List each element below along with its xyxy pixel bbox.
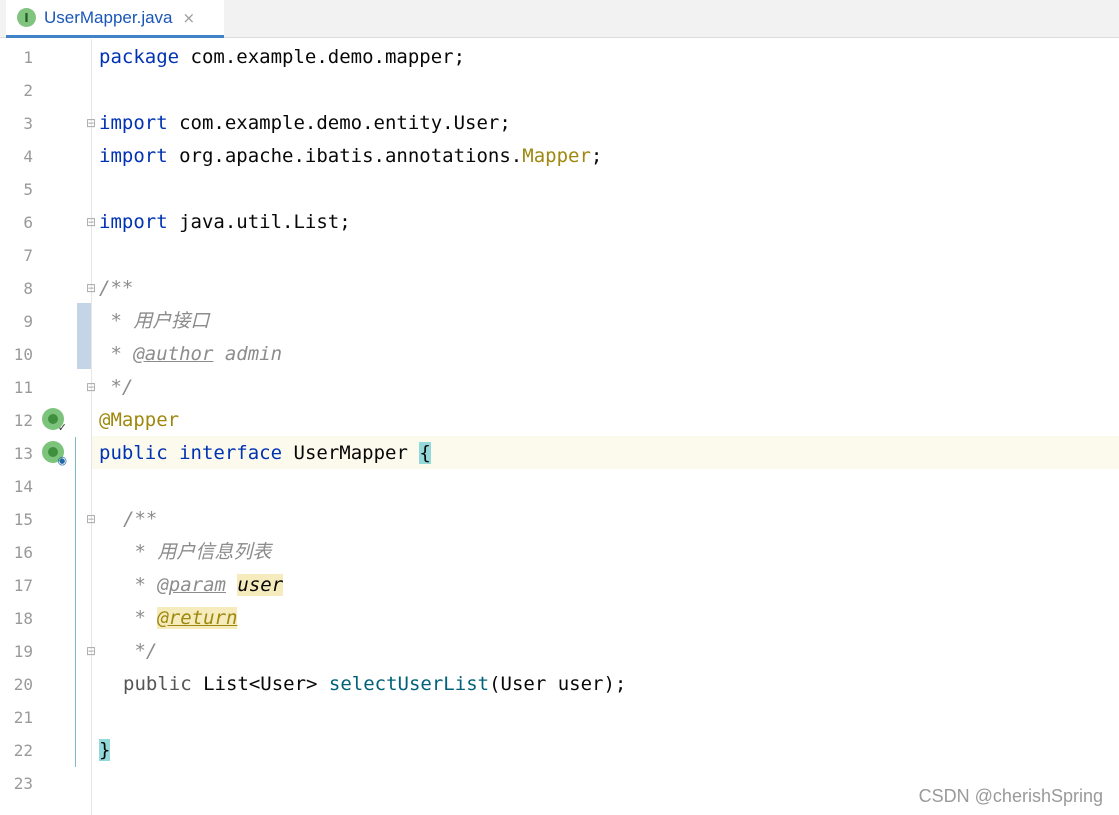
mapper-bean-icon[interactable]: ✓ [42,408,67,433]
fold-open-icon[interactable]: ⊟ [85,117,97,130]
interface-icon: I [17,8,36,27]
line-number: 15 [13,510,33,529]
line-number: 5 [23,180,33,199]
code-line-9: * 用户接口 [99,310,210,332]
tab-label: UserMapper.java [44,7,173,27]
code-line-15: /** [123,508,158,530]
fold-end-icon[interactable]: ⊟ [85,645,97,658]
line-number: 9 [23,312,33,331]
line-number: 14 [13,477,33,496]
implementation-gutter-icon[interactable]: ◉ [42,441,67,466]
line-number: 16 [13,543,33,562]
code-line-6: import java.util.List; [99,211,351,233]
line-number: 13 [13,444,33,463]
code-line-13: public interface UserMapper { [99,442,431,464]
line-number: 20 [13,675,33,694]
code-line-12: @Mapper [99,409,180,431]
line-number: 7 [23,246,33,265]
editor-gutter[interactable]: 1 2 3 4 5 6 7 8 9 10 11 12 13 14 15 16 1… [0,39,96,815]
line-number: 6 [23,213,33,232]
code-line-19: */ [123,640,158,662]
line-number: 12 [13,411,33,430]
matched-brace: } [99,739,111,761]
code-line-8: /** [99,277,134,299]
code-line-11: */ [99,376,134,398]
line-number: 21 [13,708,33,727]
code-line-16: * 用户信息列表 [123,541,272,563]
matched-brace: { [419,442,431,464]
fold-end-icon[interactable]: ⊟ [85,216,97,229]
line-number: 19 [13,642,33,661]
editor-tab-bar: I UserMapper.java × [0,0,1119,38]
code-line-18: * @return [123,607,238,629]
code-line-1: package com.example.demo.mapper; [99,46,466,68]
param-highlight: user [237,574,284,596]
line-number: 3 [23,114,33,133]
line-number: 10 [13,345,33,364]
code-line-10: * @author admin [99,343,283,365]
fold-open-icon[interactable]: ⊟ [85,282,97,295]
scope-indicator [75,437,76,767]
line-number: 17 [13,576,33,595]
line-number: 4 [23,147,33,166]
line-number: 23 [13,774,33,793]
code-line-22: } [99,734,111,767]
line-number: 2 [23,81,33,100]
code-line-20: public List<User> selectUserList(User us… [123,673,627,695]
fold-end-icon[interactable]: ⊟ [85,381,97,394]
fold-open-icon[interactable]: ⊟ [85,513,97,526]
line-number: 1 [23,48,33,67]
line-number: 22 [13,741,33,760]
code-line-3: import com.example.demo.entity.User; [99,112,511,134]
code-line-4: import org.apache.ibatis.annotations.Map… [99,145,603,167]
vcs-change-marker[interactable] [77,303,91,369]
return-highlight: @return [157,607,238,629]
code-line-17: * @param user [123,574,284,596]
watermark: CSDN @cherishSpring [918,786,1103,806]
tab-usermapper-java[interactable]: I UserMapper.java × [6,0,224,38]
close-icon[interactable]: × [183,9,196,27]
line-number: 11 [13,378,33,397]
line-number: 18 [13,609,33,628]
line-number: 8 [23,279,33,298]
